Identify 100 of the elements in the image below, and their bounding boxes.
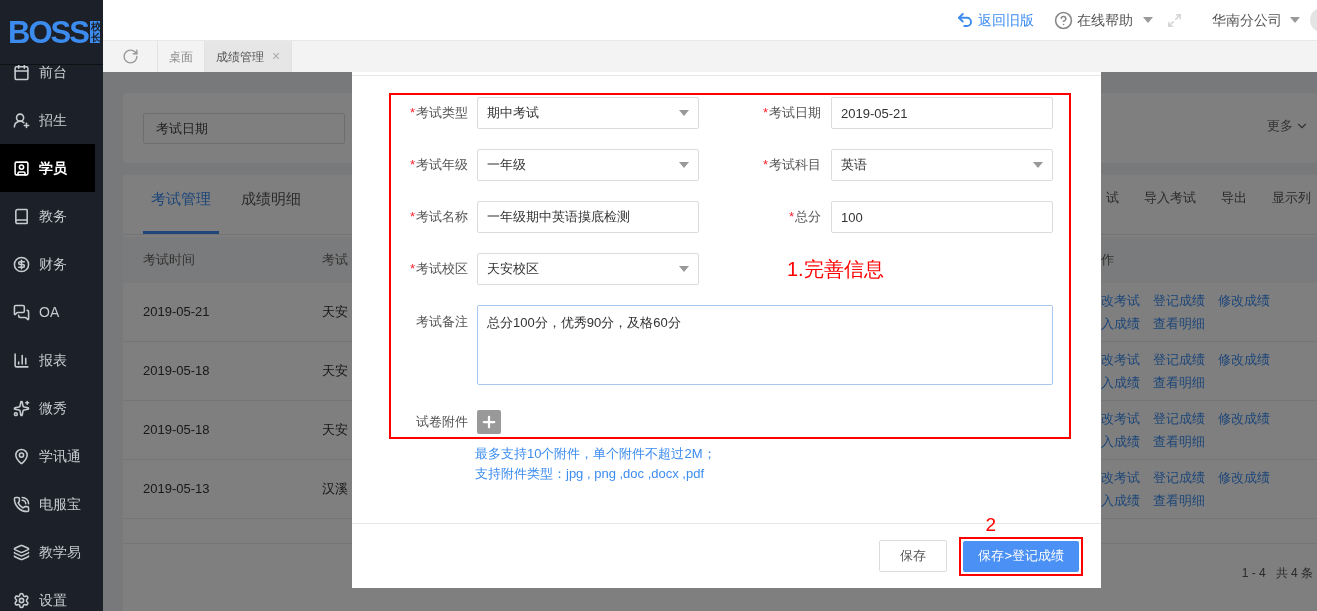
back-link[interactable]: 返回旧版 <box>956 9 1034 31</box>
remark-field[interactable]: 总分100分，优秀90分，及格60分 <box>477 305 1053 385</box>
table-cell-text: 2019-05-13 <box>142 480 211 499</box>
action-link[interactable]: 改考试 <box>1101 290 1153 310</box>
add-attachment-button[interactable] <box>477 410 501 434</box>
company-menu[interactable]: 华南分公司 <box>1212 9 1300 31</box>
action-link[interactable]: 入成绩 <box>1101 314 1153 334</box>
action-link[interactable]: 查看明细 <box>1153 314 1218 334</box>
action-link[interactable]: 登记成绩 <box>1153 349 1218 369</box>
table-cell-text: 2019-05-21 <box>142 303 211 322</box>
coin-icon <box>13 255 30 273</box>
list-tab[interactable]: 成绩明细 <box>233 188 309 234</box>
page-tab[interactable]: 成绩管理 × <box>205 41 293 72</box>
help-menu[interactable]: 在线帮助 <box>1054 9 1153 31</box>
caret-icon <box>679 266 689 272</box>
calendar-icon <box>13 65 30 81</box>
caret-icon <box>1290 17 1300 23</box>
menu-item[interactable]: OA <box>0 288 95 336</box>
action-link[interactable]: 登记成绩 <box>1153 290 1218 310</box>
settings-icon <box>13 591 30 609</box>
action-link[interactable]: 入成绩 <box>1101 491 1153 511</box>
action-link[interactable]: 查看明细 <box>1153 373 1218 393</box>
field-label: *考试类型 <box>408 104 468 123</box>
field-label: *考试名称 <box>408 208 468 227</box>
input-field[interactable]: 2019-05-21 <box>831 97 1053 129</box>
toolbar-button[interactable]: 试 <box>1106 188 1119 208</box>
logo-text: BOSS <box>8 16 88 48</box>
undo-icon <box>956 11 974 29</box>
more-link[interactable]: 更多 <box>1267 115 1309 136</box>
close-icon[interactable]: × <box>272 46 281 67</box>
input-field[interactable]: 一年级期中英语摸底检测 <box>477 201 699 233</box>
help-icon <box>1054 10 1073 30</box>
action-link[interactable]: 修改成绩 <box>1218 408 1288 428</box>
chat-icon <box>13 303 30 321</box>
menu-item[interactable]: 学讯通 <box>0 432 95 480</box>
caret-icon <box>1143 17 1153 23</box>
user-plus-icon <box>13 111 30 129</box>
action-link[interactable]: 改考试 <box>1101 349 1153 369</box>
fullscreen-icon[interactable] <box>1167 12 1182 28</box>
action-link[interactable]: 入成绩 <box>1101 373 1153 393</box>
action-link[interactable]: 修改成绩 <box>1218 290 1288 310</box>
book-icon <box>13 207 30 225</box>
field-label: *考试年级 <box>408 156 468 175</box>
layers-icon <box>13 543 30 561</box>
action-link[interactable]: 登记成绩 <box>1153 408 1218 428</box>
phone-icon <box>13 495 30 513</box>
menu-item[interactable]: 学员 <box>0 144 95 192</box>
action-link[interactable]: 修改成绩 <box>1218 349 1288 369</box>
action-link[interactable]: 查看明细 <box>1153 491 1218 511</box>
annotation-label: 2 <box>985 512 996 537</box>
select-field[interactable]: 英语 <box>831 149 1053 181</box>
logo-badge: 校长 <box>89 21 100 43</box>
table-cell: 天安 <box>322 363 348 379</box>
select-field[interactable]: 天安校区 <box>477 253 699 285</box>
field-label: 试卷附件 <box>415 413 468 432</box>
date-filter-field[interactable]: 考试日期 <box>143 112 345 144</box>
menu-item[interactable]: 电服宝 <box>0 480 95 528</box>
action-link[interactable]: 改考试 <box>1101 408 1153 428</box>
action-link[interactable]: 改考试 <box>1101 467 1153 487</box>
action-link[interactable]: 修改成绩 <box>1218 467 1288 487</box>
menu-item[interactable]: 微秀 <box>0 384 95 432</box>
plus-icon <box>480 413 498 431</box>
toolbar-button[interactable]: 导出 <box>1221 188 1247 208</box>
menu-item[interactable]: 招生 <box>0 96 95 144</box>
menu-item[interactable]: 设置 <box>0 576 95 611</box>
toolbar-button[interactable]: 显示列 <box>1272 188 1311 208</box>
field-label: *总分 <box>787 208 821 227</box>
sparkle-icon <box>13 399 30 417</box>
attachment-hint: 支持附件类型：jpg , png ,doc ,docx ,pdf <box>475 465 706 483</box>
table-cell-text: 2019-05-18 <box>142 421 211 440</box>
field-label: *考试校区 <box>408 260 468 279</box>
pagination-info: 1 - 4 共 4 条 <box>1241 565 1313 582</box>
field-label: *考试日期 <box>761 104 821 123</box>
table-cell: 汉溪 <box>322 481 348 497</box>
table-cell: 天安 <box>322 422 348 438</box>
annotation-label: 1.完善信息 <box>787 257 884 282</box>
select-field[interactable]: 一年级 <box>477 149 699 181</box>
caret-icon <box>679 110 689 116</box>
table-cell: 天安 <box>322 304 348 320</box>
column-header: 作 <box>1101 251 1114 270</box>
list-tab[interactable]: 考试管理 <box>143 188 219 234</box>
column-header: 考试 <box>322 252 348 268</box>
chart-icon <box>13 351 30 369</box>
menu-item[interactable]: 教务 <box>0 192 95 240</box>
action-link[interactable]: 查看明细 <box>1153 432 1218 452</box>
action-link[interactable]: 登记成绩 <box>1153 467 1218 487</box>
menu-item[interactable]: 报表 <box>0 336 95 384</box>
save-button[interactable]: 保存 <box>879 540 948 572</box>
toolbar-button[interactable]: 导入考试 <box>1144 188 1196 208</box>
save-and-register-button[interactable]: 保存>登记成绩 <box>963 540 1079 572</box>
field-label: *考试科目 <box>761 156 821 175</box>
menu-item[interactable]: 财务 <box>0 240 95 288</box>
menu-item[interactable]: 前台 <box>0 65 95 96</box>
select-field[interactable]: 期中考试 <box>477 97 699 129</box>
refresh-icon[interactable] <box>121 48 139 65</box>
menu-item[interactable]: 教学易 <box>0 528 95 576</box>
action-link[interactable]: 入成绩 <box>1101 432 1153 452</box>
pin-icon <box>13 447 30 465</box>
field-label: 考试备注 <box>415 313 468 331</box>
input-field[interactable]: 100 <box>831 201 1053 233</box>
